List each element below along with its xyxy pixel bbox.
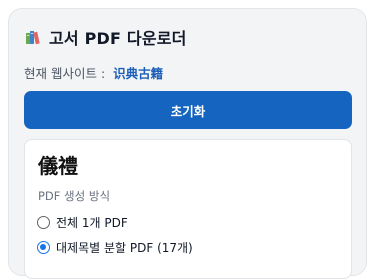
radio-single[interactable] [37,216,50,229]
pdf-mode-option-split[interactable]: 대제목별 분할 PDF (17개) [37,239,193,256]
option-single-label: 전체 1개 PDF [56,216,128,230]
extension-popup: 고서 PDF 다운로더 현재 웹사이트 : 识典古籍 초기화 儀禮 PDF 생성… [8,8,367,279]
book-title: 儀禮 [38,154,78,178]
current-site-separator: : [100,66,106,81]
book-card: 儀禮 PDF 생성 방식 전체 1개 PDF 대제목별 분할 PDF (17개) [24,139,352,279]
current-site-name: 识典古籍 [113,66,164,81]
reset-button[interactable]: 초기화 [24,91,352,129]
radio-split[interactable] [37,241,50,254]
books-icon [25,29,41,45]
pdf-mode-label: PDF 생성 방식 [38,189,111,203]
app-title: 고서 PDF 다운로더 [49,29,187,48]
option-split-label: 대제목별 분할 PDF (17개) [56,241,193,255]
pdf-mode-option-single[interactable]: 전체 1개 PDF [37,214,128,231]
current-site-row: 현재 웹사이트 : 识典古籍 [24,63,163,82]
header: 고서 PDF 다운로더 [25,27,187,48]
current-site-label: 현재 웹사이트 [24,66,97,81]
